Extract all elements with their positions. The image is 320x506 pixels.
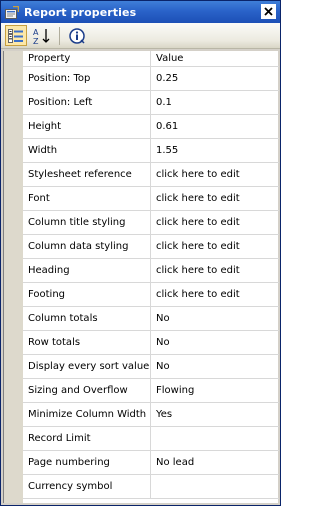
property-row[interactable]: Minimize Column Width Yes <box>23 403 279 427</box>
property-name: Column title styling <box>23 211 151 234</box>
property-name: Width <box>23 139 151 162</box>
property-row[interactable]: Row totals No <box>23 331 279 355</box>
property-row[interactable]: Sizing and Overflow Flowing <box>23 379 279 403</box>
property-name: Font <box>23 187 151 210</box>
toolbar: A Z <box>1 23 280 49</box>
property-row[interactable]: Column data styling click here to edit <box>23 235 279 259</box>
property-name: Currency symbol <box>23 475 151 498</box>
info-button[interactable] <box>66 25 88 46</box>
column-header-value: Value <box>156 53 184 64</box>
title-bar[interactable]: Report properties <box>1 1 280 23</box>
property-row[interactable]: Height 0.61 <box>23 115 279 139</box>
property-row[interactable]: Display every sort value No <box>23 355 279 379</box>
property-row[interactable]: Stylesheet reference click here to edit <box>23 163 279 187</box>
properties-icon <box>5 5 19 19</box>
property-value[interactable] <box>151 475 279 498</box>
property-name: Footing <box>23 283 151 306</box>
property-name: Height <box>23 115 151 138</box>
property-row[interactable]: Position: Top 0.25 <box>23 67 279 91</box>
property-value[interactable]: Yes <box>151 403 279 426</box>
property-value[interactable]: No <box>151 355 279 378</box>
property-row[interactable]: Record Limit <box>23 427 279 451</box>
svg-text:A: A <box>33 28 39 37</box>
property-row[interactable]: Position: Left 0.1 <box>23 91 279 115</box>
property-value[interactable]: click here to edit <box>151 235 279 258</box>
property-name: Column data styling <box>23 235 151 258</box>
property-value[interactable]: click here to edit <box>151 187 279 210</box>
property-value[interactable]: No lead <box>151 451 279 474</box>
property-name: Heading <box>23 259 151 282</box>
property-value[interactable] <box>151 427 279 450</box>
property-value[interactable]: click here to edit <box>151 283 279 306</box>
property-row[interactable]: Width 1.55 <box>23 139 279 163</box>
property-row[interactable]: Heading click here to edit <box>23 259 279 283</box>
property-value[interactable]: 0.61 <box>151 115 279 138</box>
sort-alphabetical-button[interactable]: A Z <box>31 25 53 46</box>
property-value[interactable]: No <box>151 307 279 330</box>
property-value[interactable]: Flowing <box>151 379 279 402</box>
svg-text:Z: Z <box>33 37 39 45</box>
toolbar-separator <box>59 26 60 45</box>
categorized-icon <box>8 28 23 43</box>
property-value[interactable]: click here to edit <box>151 163 279 186</box>
grid-header-row: Property Value <box>23 51 279 67</box>
property-row[interactable]: Column title styling click here to edit <box>23 211 279 235</box>
property-name: Position: Left <box>23 91 151 114</box>
categorized-button[interactable] <box>5 25 27 46</box>
property-name: Page numbering <box>23 451 151 474</box>
property-name: Sizing and Overflow <box>23 379 151 402</box>
property-name: Column totals <box>23 307 151 330</box>
report-properties-window: Report properties A Z Property Value Pos… <box>0 0 281 506</box>
property-value[interactable]: click here to edit <box>151 211 279 234</box>
property-row[interactable]: Currency symbol <box>23 475 279 499</box>
property-row[interactable]: Column totals No <box>23 307 279 331</box>
property-row[interactable]: Footing click here to edit <box>23 283 279 307</box>
property-row[interactable]: Font click here to edit <box>23 187 279 211</box>
property-value[interactable]: No <box>151 331 279 354</box>
property-value[interactable]: click here to edit <box>151 259 279 282</box>
close-icon <box>264 7 273 16</box>
column-header-property: Property <box>23 51 151 66</box>
property-name: Display every sort value <box>23 355 151 378</box>
property-value[interactable]: 0.25 <box>151 67 279 90</box>
property-name: Row totals <box>23 331 151 354</box>
property-value[interactable]: 1.55 <box>151 139 279 162</box>
property-value[interactable]: 0.1 <box>151 91 279 114</box>
property-name: Position: Top <box>23 67 151 90</box>
property-name: Stylesheet reference <box>23 163 151 186</box>
property-row[interactable]: Page numbering No lead <box>23 451 279 475</box>
grid-gutter <box>4 51 23 503</box>
property-name: Minimize Column Width <box>23 403 151 426</box>
sort-alphabetical-icon: A Z <box>33 28 50 45</box>
window-title: Report properties <box>24 5 137 19</box>
close-button[interactable] <box>261 4 276 19</box>
property-name: Record Limit <box>23 427 151 450</box>
property-grid: Property Value Position: Top 0.25 Position… <box>3 51 279 503</box>
info-icon <box>69 27 85 44</box>
